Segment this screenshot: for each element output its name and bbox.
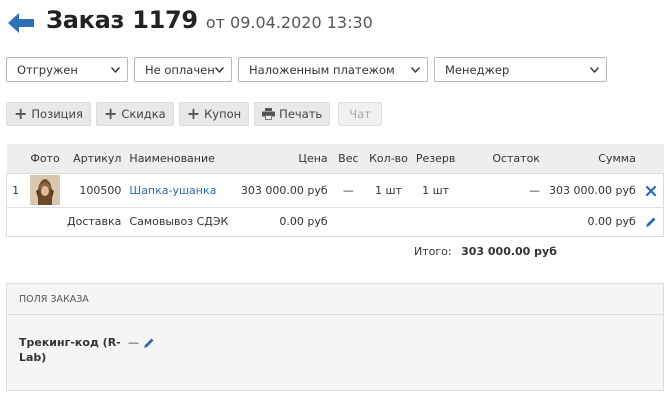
total-label: Итого:: [414, 245, 452, 258]
add-coupon-label: Купон: [204, 107, 242, 121]
back-arrow-icon[interactable]: [8, 13, 34, 33]
product-name-cell: Шапка-ушанка: [125, 173, 236, 207]
column-header-qty: Кол-во: [369, 151, 408, 165]
column-header-article: Артикул: [73, 151, 122, 165]
chevron-down-icon: [590, 66, 599, 73]
column-header-reserve: Резерв: [415, 151, 456, 165]
manager-value: Менеджер: [445, 62, 510, 77]
payment-status-select[interactable]: Не оплачен: [134, 57, 232, 82]
column-header-num: [7, 144, 25, 173]
order-status-filters: Отгружен Не оплачен Наложенным платежом …: [6, 57, 607, 82]
delivery-name: Самовывоз СДЭК: [129, 215, 229, 228]
close-icon[interactable]: [645, 185, 657, 197]
add-position-label: Позиция: [31, 107, 83, 121]
column-header-weight: Вес: [338, 151, 359, 165]
plus-icon: +: [186, 104, 201, 123]
order-date: от 09.04.2020 13:30: [205, 13, 373, 32]
delivery-sum: 0.00 руб: [587, 215, 636, 228]
product-article: 100500: [79, 183, 122, 197]
manager-select[interactable]: Менеджер: [434, 57, 607, 82]
add-position-button[interactable]: + Позиция: [6, 102, 91, 126]
column-header-remainder: Остаток: [492, 151, 540, 165]
plus-icon: +: [103, 104, 118, 123]
total-value: 303 000.00 руб: [461, 245, 557, 258]
delivery-row: Доставка Самовывоз СДЭК 0.00 руб 0.00 ру…: [6, 207, 664, 236]
chat-label: Чат: [349, 107, 371, 121]
delivery-empty-cell: [7, 207, 25, 236]
product-qty[interactable]: 1 шт: [365, 173, 412, 207]
delivery-price: 0.00 руб: [279, 215, 328, 228]
table-row: 1 100500 Шапка-ушанка 303 000.00 руб — 1…: [6, 173, 664, 207]
page-header: Заказ 1179 от 09.04.2020 13:30: [8, 6, 373, 40]
payment-method-value: Наложенным платежом: [249, 62, 395, 77]
order-items-table: Фото Артикул Наименование Цена Вес Кол-в…: [6, 144, 664, 237]
page-title: Заказ 1179: [46, 6, 198, 34]
chevron-down-icon: [111, 66, 120, 73]
tracking-code-field: —: [128, 336, 155, 349]
row-number: 1: [12, 183, 20, 197]
column-header-actions: [640, 144, 664, 173]
column-header-name: Наименование: [129, 151, 215, 165]
shipping-status-select[interactable]: Отгружен: [6, 57, 128, 82]
table-header-row: Фото Артикул Наименование Цена Вес Кол-в…: [6, 144, 664, 173]
column-header-photo: Фото: [30, 151, 60, 165]
shipping-status-value: Отгружен: [17, 62, 78, 77]
column-header-price: Цена: [298, 151, 328, 165]
column-header-sum: Сумма: [598, 151, 636, 165]
plus-icon: +: [14, 104, 28, 123]
pencil-icon[interactable]: [645, 216, 657, 228]
product-price: 303 000.00 руб: [240, 183, 328, 197]
product-photo-cell: [24, 173, 66, 207]
add-discount-button[interactable]: + Скидка: [95, 102, 174, 126]
remove-item-cell: [640, 173, 664, 207]
product-thumbnail[interactable]: [30, 175, 61, 205]
chevron-down-icon: [215, 66, 224, 73]
product-name-link[interactable]: Шапка-ушанка: [129, 184, 216, 197]
order-total: Итого: 303 000.00 руб: [414, 245, 557, 258]
edit-delivery-cell: [640, 207, 664, 236]
add-discount-label: Скидка: [121, 107, 166, 121]
order-fields-title: ПОЛЯ ЗАКАЗА: [7, 284, 663, 315]
print-button[interactable]: Печать: [254, 102, 331, 126]
chat-button[interactable]: Чат: [338, 102, 382, 126]
pencil-icon[interactable]: [143, 337, 155, 349]
delivery-label: Доставка: [67, 215, 122, 228]
product-remainder: —: [528, 183, 540, 197]
tracking-code-label: Трекинг-код (R-Lab): [19, 336, 121, 364]
product-weight: —: [342, 183, 354, 197]
product-reserve: 1 шт: [422, 183, 450, 197]
tracking-code-value: —: [128, 336, 139, 349]
product-sum: 303 000.00 руб: [549, 183, 636, 197]
order-toolbar: + Позиция + Скидка + Купон Печать Чат: [6, 102, 382, 126]
payment-method-select[interactable]: Наложенным платежом: [238, 57, 428, 82]
printer-icon: [262, 108, 276, 120]
order-fields-panel: ПОЛЯ ЗАКАЗА Трекинг-код (R-Lab) —: [6, 283, 664, 391]
chevron-down-icon: [411, 66, 420, 73]
delivery-spacer: [332, 207, 544, 236]
print-label: Печать: [279, 107, 323, 121]
add-coupon-button[interactable]: + Купон: [178, 102, 250, 126]
payment-status-value: Не оплачен: [145, 62, 215, 77]
